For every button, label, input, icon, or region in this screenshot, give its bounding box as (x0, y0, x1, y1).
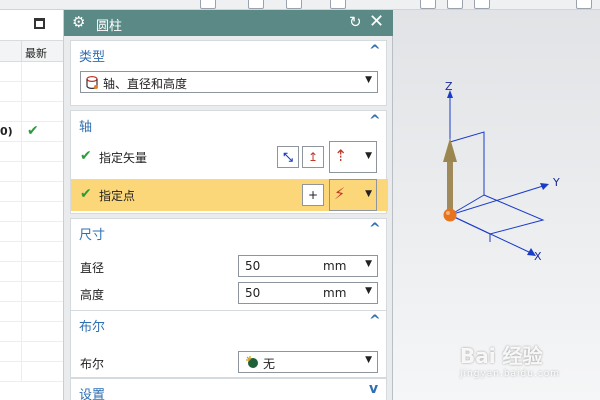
boolean-dropdown[interactable]: 无 ▼ (238, 351, 378, 373)
specify-vector-row[interactable]: ✔ 指定矢量 ⤡ ↥ ⇡ ▼ (71, 141, 388, 173)
part-navigator: 最新 0) ✔ (0, 10, 64, 400)
cylinder-type-icon (86, 75, 98, 89)
type-section-header[interactable]: 类型 ^ (71, 41, 386, 65)
check-icon: ✔ (80, 186, 92, 202)
point-dialog-icon[interactable]: + (302, 184, 324, 206)
dialog-title-bar[interactable]: ⚙ 圆柱 ↻ ✕ (64, 10, 393, 36)
table-row[interactable] (0, 142, 63, 162)
maximize-icon[interactable] (34, 18, 45, 29)
chevron-up-icon[interactable]: ^ (369, 313, 381, 329)
toolbar-button[interactable] (474, 0, 490, 9)
chevron-down-icon[interactable]: v (369, 381, 378, 397)
top-toolbar (0, 0, 600, 10)
boolean-section-header[interactable]: 布尔 ^ (71, 311, 386, 335)
section-label: 轴 (79, 120, 93, 135)
table-row[interactable] (0, 222, 63, 242)
height-value: 50 (245, 286, 261, 300)
toolbar-button[interactable] (248, 0, 264, 9)
toolbar-button[interactable] (576, 0, 592, 9)
diameter-value: 50 (245, 259, 261, 273)
boolean-none-icon (246, 356, 258, 368)
table-row[interactable] (0, 62, 63, 82)
section-label: 类型 (79, 50, 106, 65)
watermark: Bai 经验 jingyan.baidu.com (460, 340, 560, 379)
graphics-viewport[interactable]: Z Y X Bai 经验 jingyan.baidu.com (393, 10, 600, 400)
table-row[interactable] (0, 202, 63, 222)
diameter-unit: mm (323, 259, 347, 273)
specify-vector-label: 指定矢量 (99, 151, 148, 165)
navigator-rows: 0) ✔ (0, 62, 63, 382)
table-row[interactable] (0, 362, 63, 382)
watermark-sub: jingyan.baidu.com (460, 369, 561, 379)
boolean-row-label: 布尔 (80, 357, 105, 371)
close-icon[interactable]: ✕ (369, 11, 384, 32)
axis-label-y: Y (553, 176, 560, 189)
table-row[interactable] (0, 102, 63, 122)
chevron-up-icon[interactable]: ^ (369, 43, 381, 59)
axis-label-z: Z (445, 80, 453, 93)
diameter-field[interactable]: 50 mm ▼ (238, 255, 378, 277)
gear-icon[interactable]: ⚙ (72, 13, 85, 31)
check-icon: ✔ (27, 123, 39, 139)
chevron-down-icon: ▼ (365, 151, 372, 161)
watermark-main: Bai 经验 (460, 344, 543, 368)
boolean-section: 布尔 ^ 布尔 无 ▼ (70, 310, 387, 378)
type-dropdown[interactable]: 轴、直径和高度 ▼ (80, 71, 378, 93)
reset-icon[interactable]: ↻ (349, 13, 362, 31)
point-type-button[interactable]: ⚡ ▼ (329, 179, 377, 211)
specify-point-row[interactable]: ✔ 指定点 + ⚡ ▼ (71, 179, 388, 211)
toolbar-button[interactable] (420, 0, 436, 9)
toolbar-button[interactable] (447, 0, 463, 9)
chevron-down-icon: ▼ (365, 259, 372, 269)
settings-section-header[interactable]: 设置 v (71, 379, 386, 400)
table-row[interactable] (0, 302, 63, 322)
toolbar-button[interactable] (200, 0, 216, 9)
vector-dialog-icon[interactable]: ↥ (302, 146, 324, 168)
boolean-value: 无 (263, 357, 276, 371)
height-field[interactable]: 50 mm ▼ (238, 282, 378, 304)
height-unit: mm (323, 286, 347, 300)
reverse-direction-icon[interactable]: ⤡ (277, 146, 299, 168)
chevron-up-icon[interactable]: ^ (369, 221, 381, 237)
height-label: 高度 (80, 288, 105, 302)
point-inference-icon: ⚡ (334, 184, 346, 203)
table-row[interactable] (0, 182, 63, 202)
chevron-down-icon: ▼ (365, 355, 372, 365)
type-dropdown-value: 轴、直径和高度 (103, 77, 188, 91)
chevron-down-icon: ▼ (365, 286, 372, 296)
navigator-header: 最新 (0, 40, 63, 63)
table-row[interactable] (0, 282, 63, 302)
vector-type-button[interactable]: ⇡ ▼ (329, 141, 377, 173)
axis-section-header[interactable]: 轴 ^ (71, 111, 386, 135)
check-icon: ✔ (80, 148, 92, 164)
chevron-down-icon: ▼ (365, 75, 372, 85)
size-section: 尺寸 ^ 直径 50 mm ▼ 高度 50 mm ▼ (70, 218, 387, 312)
table-row[interactable] (0, 262, 63, 282)
chevron-up-icon[interactable]: ^ (369, 113, 381, 129)
column-latest[interactable]: 最新 (25, 45, 47, 61)
size-section-header[interactable]: 尺寸 ^ (71, 219, 386, 243)
axis-section: 轴 ^ ✔ 指定矢量 ⤡ ↥ ⇡ ▼ ✔ 指定点 + ⚡ ▼ (70, 110, 388, 214)
vector-arrow-icon: ⇡ (334, 146, 348, 165)
dialog-title: 圆柱 (96, 19, 123, 34)
table-row[interactable] (0, 322, 63, 342)
cylinder-dialog: ⚙ 圆柱 ↻ ✕ 类型 ^ 轴、直径和高度 ▼ 轴 ^ ✔ 指定矢量 ⤡ ↥ ⇡… (64, 10, 393, 400)
table-row[interactable]: 0) ✔ (0, 122, 63, 142)
table-row[interactable] (0, 162, 63, 182)
table-row[interactable] (0, 242, 63, 262)
section-label: 设置 (79, 388, 106, 400)
chevron-down-icon: ▼ (365, 189, 372, 199)
settings-section: 设置 v (70, 378, 387, 400)
toolbar-button[interactable] (330, 0, 346, 9)
table-row[interactable] (0, 82, 63, 102)
section-label: 尺寸 (79, 228, 106, 243)
specify-point-label: 指定点 (99, 189, 136, 203)
toolbar-button[interactable] (286, 0, 302, 9)
type-section: 类型 ^ 轴、直径和高度 ▼ (70, 40, 387, 106)
axis-label-x: X (534, 250, 542, 263)
diameter-label: 直径 (80, 261, 105, 275)
table-row[interactable] (0, 342, 63, 362)
row-text: 0) (0, 125, 13, 138)
section-label: 布尔 (79, 320, 106, 335)
